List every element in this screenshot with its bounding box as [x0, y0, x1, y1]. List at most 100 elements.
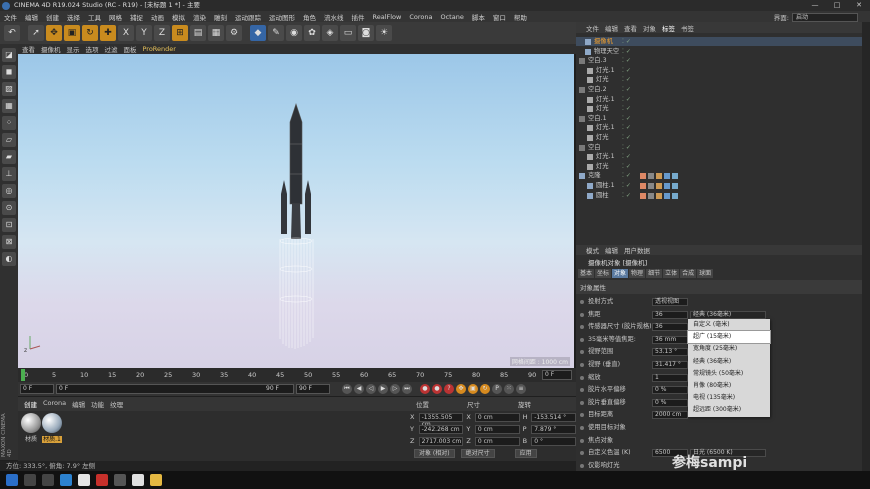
attribute-value-field[interactable]: 36 mm	[652, 335, 688, 344]
texture-mode-icon[interactable]: ▨	[2, 82, 16, 96]
rotation-key-icon[interactable]: ↻	[480, 384, 490, 394]
viewport-menu-item[interactable]: 摄像机	[41, 44, 61, 54]
timeline-menu-icon[interactable]: ≡	[516, 384, 526, 394]
viewport-3d[interactable]: z 网格间距 : 1000 cm	[18, 54, 574, 368]
visibility-toggle-icon[interactable]: ⁚ ✓	[622, 191, 631, 200]
render-settings-icon[interactable]: ⚙	[226, 25, 242, 41]
menu-item[interactable]: 运动跟踪	[231, 12, 265, 22]
apply-button[interactable]: 应用	[514, 449, 537, 458]
rotation-field[interactable]: 0 °	[531, 436, 576, 446]
attribute-value-field[interactable]: 0 %	[652, 386, 688, 395]
snap-icon[interactable]: ⊙	[2, 201, 16, 215]
menu-item[interactable]: 窗口	[489, 12, 510, 22]
object-row[interactable]: 摄像机 ⁚ ✓	[576, 37, 862, 47]
object-row[interactable]: 空白.1 ⁚ ✓	[576, 114, 862, 123]
object-tag-icon[interactable]	[640, 183, 646, 189]
size-field[interactable]: 0 cm	[474, 412, 520, 422]
viewport-menu-item[interactable]: 显示	[67, 44, 80, 54]
edge-icon[interactable]	[60, 474, 72, 486]
animate-dot-icon[interactable]	[580, 350, 584, 355]
animate-dot-icon[interactable]	[580, 463, 584, 468]
tweak-icon[interactable]: ◎	[2, 184, 16, 198]
object-tag-icon[interactable]	[672, 183, 678, 189]
pla-key-icon[interactable]: ⁙	[504, 384, 514, 394]
attribute-tab[interactable]: 球面	[697, 269, 714, 278]
object-tag-icon[interactable]	[640, 173, 646, 180]
menu-item[interactable]: 创建	[42, 12, 63, 22]
dropdown-option[interactable]: 肖像 (80毫米)	[688, 380, 770, 392]
goto-start-icon[interactable]: ⏮	[342, 384, 352, 394]
render-picture-icon[interactable]: ▦	[208, 25, 224, 41]
start-icon[interactable]	[6, 474, 18, 486]
visibility-toggle-icon[interactable]: ⁚ ✓	[622, 123, 631, 132]
animate-dot-icon[interactable]	[580, 300, 584, 304]
menu-item[interactable]: 工具	[84, 12, 105, 22]
menu-item[interactable]: 雕刻	[210, 12, 231, 22]
rotation-field[interactable]: -153.514 °	[531, 412, 576, 422]
position-key-icon[interactable]: ✥	[456, 384, 466, 394]
object-tag-icon[interactable]	[656, 173, 662, 180]
object-row[interactable]: 灯光.1 ⁚ ✓	[576, 95, 862, 104]
animate-dot-icon[interactable]	[580, 337, 584, 342]
cinema4d-taskbar-icon[interactable]	[114, 474, 126, 486]
prev-key-icon[interactable]: ◀	[354, 384, 364, 394]
menu-item[interactable]: 帮助	[510, 12, 531, 22]
menu-item[interactable]: 插件	[348, 12, 369, 22]
animate-dot-icon[interactable]	[580, 312, 584, 317]
visibility-toggle-icon[interactable]: ⁚ ✓	[622, 114, 631, 123]
move-tool-icon[interactable]: ✥	[46, 25, 62, 41]
dropdown-option[interactable]: 自定义 (毫米)	[688, 319, 770, 331]
menu-item[interactable]: 动画	[147, 12, 168, 22]
end-frame-field[interactable]: 90 F	[296, 384, 330, 394]
dropdown-option[interactable]: 经典 (36毫米)	[688, 356, 770, 368]
object-manager-menu-item[interactable]: 文件	[586, 23, 599, 33]
animate-dot-icon[interactable]	[580, 375, 584, 380]
frame-range-slider[interactable]: 0 F 90 F	[56, 384, 294, 394]
object-row[interactable]: 克隆 ⁚ ✓	[576, 171, 862, 180]
next-frame-icon[interactable]: ▷	[390, 384, 400, 394]
attribute-tab[interactable]: 基本	[578, 269, 595, 278]
object-row[interactable]: 灯光.1 ⁚ ✓	[576, 66, 862, 75]
size-field[interactable]: 0 cm	[474, 424, 520, 434]
menu-item[interactable]: 模拟	[168, 12, 189, 22]
object-tag-icon[interactable]	[664, 173, 670, 180]
animate-dot-icon[interactable]	[580, 413, 584, 418]
object-row[interactable]: 灯光 ⁚ ✓	[576, 104, 862, 113]
light-icon[interactable]: ☀	[376, 25, 392, 41]
visibility-toggle-icon[interactable]: ⁚ ✓	[622, 75, 631, 84]
object-manager-menu-item[interactable]: 对象	[643, 23, 656, 33]
menu-item[interactable]: RealFlow	[369, 13, 406, 21]
position-field[interactable]: -242.268 cm	[418, 424, 464, 434]
object-row[interactable]: 空白.3 ⁚ ✓	[576, 56, 862, 65]
object-tag-icon[interactable]	[640, 192, 646, 199]
keyframe-selection-icon[interactable]: ?	[444, 384, 454, 394]
dropdown-option[interactable]: 电视 (135毫米)	[688, 392, 770, 404]
position-field[interactable]: -1355.505 cm	[418, 412, 464, 428]
attribute-tab[interactable]: 合成	[680, 269, 697, 278]
visibility-toggle-icon[interactable]: ⁚ ✓	[622, 104, 631, 113]
attribute-value-field[interactable]: 53.13 °	[652, 348, 688, 357]
timeline-ruler[interactable]: 0 5 10 15 20 25 30 35 40 45 50 55 60 65 70 75 80 85 90	[18, 368, 538, 382]
attribute-tab[interactable]: 坐标	[595, 269, 612, 278]
attribute-tab[interactable]: 立体	[663, 269, 680, 278]
object-row[interactable]: 灯光 ⁚ ✓	[576, 133, 862, 142]
object-tag-icon[interactable]	[672, 173, 678, 180]
object-tag-icon[interactable]	[664, 183, 670, 189]
viewport-menu-item[interactable]: 过滤	[105, 44, 118, 54]
menu-item[interactable]: 文件	[0, 12, 21, 22]
animate-dot-icon[interactable]	[580, 451, 584, 456]
viewport-menu-item[interactable]: 选项	[86, 44, 99, 54]
menu-item[interactable]: 编辑	[21, 12, 42, 22]
task-view-icon[interactable]	[42, 474, 54, 486]
play-icon[interactable]: ▶	[378, 384, 388, 394]
rotate-tool-icon[interactable]: ↻	[82, 25, 98, 41]
visibility-toggle-icon[interactable]: ⁚ ✓	[622, 162, 631, 171]
attribute-tab[interactable]: 细节	[646, 269, 663, 278]
object-manager-menu-item[interactable]: 查看	[624, 23, 637, 33]
menu-item[interactable]: 脚本	[468, 12, 489, 22]
material-tab[interactable]: 创建	[24, 399, 37, 409]
subdivision-icon[interactable]: ◉	[286, 25, 302, 41]
y-axis-icon[interactable]: Y	[136, 25, 152, 41]
close-button[interactable]: ✕	[848, 0, 870, 11]
maximize-button[interactable]: □	[826, 0, 848, 11]
